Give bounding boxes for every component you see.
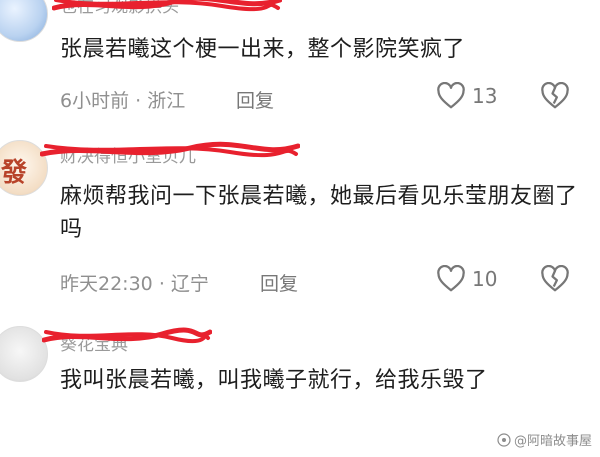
comment-time: 昨天22:30 — [60, 273, 153, 295]
avatar[interactable] — [0, 326, 48, 382]
heart-outline-icon — [437, 265, 465, 292]
avatar[interactable] — [0, 0, 48, 42]
reply-button[interactable]: 回复 — [260, 269, 298, 296]
comment-username[interactable]: 葵花宝典 — [60, 330, 128, 355]
comment-meta: 6小时前 · 浙江 — [60, 90, 186, 112]
like-count: 13 — [472, 84, 498, 108]
watermark-text: @阿暗故事屋 — [513, 434, 592, 449]
heart-outline-icon — [437, 82, 465, 109]
comment-meta: 昨天22:30 · 辽宁 — [60, 273, 209, 295]
broken-heart-icon[interactable] — [540, 265, 570, 293]
avatar[interactable]: 發 — [0, 140, 48, 196]
comment-text: 麻烦帮我问一下张晨若曦，她最后看见乐莹朋友圈了吗 — [60, 184, 578, 242]
watermark: @阿暗故事屋 — [497, 430, 592, 449]
avatar-character-image: 發 — [1, 158, 28, 188]
comment-time: 6小时前 — [60, 90, 130, 112]
weibo-logo-icon — [497, 432, 511, 447]
comment-location: 浙江 — [147, 90, 186, 112]
comment-location: 辽宁 — [170, 273, 209, 295]
like-count: 10 — [472, 267, 498, 291]
comment-username[interactable]: 财决得恒小室贝儿 — [60, 142, 196, 167]
like-button[interactable]: 13 — [436, 82, 497, 110]
reply-button[interactable]: 回复 — [236, 86, 274, 113]
comment-text: 我叫张晨若曦，叫我曦子就行，给我乐毁了 — [60, 368, 488, 393]
comment-text: 张晨若曦这个梗一出来，整个影院笑疯了 — [60, 37, 466, 62]
like-button[interactable]: 10 — [436, 265, 497, 293]
comment-username[interactable]: 也在习观影拱头 — [60, 0, 179, 17]
broken-heart-icon[interactable] — [540, 82, 570, 110]
